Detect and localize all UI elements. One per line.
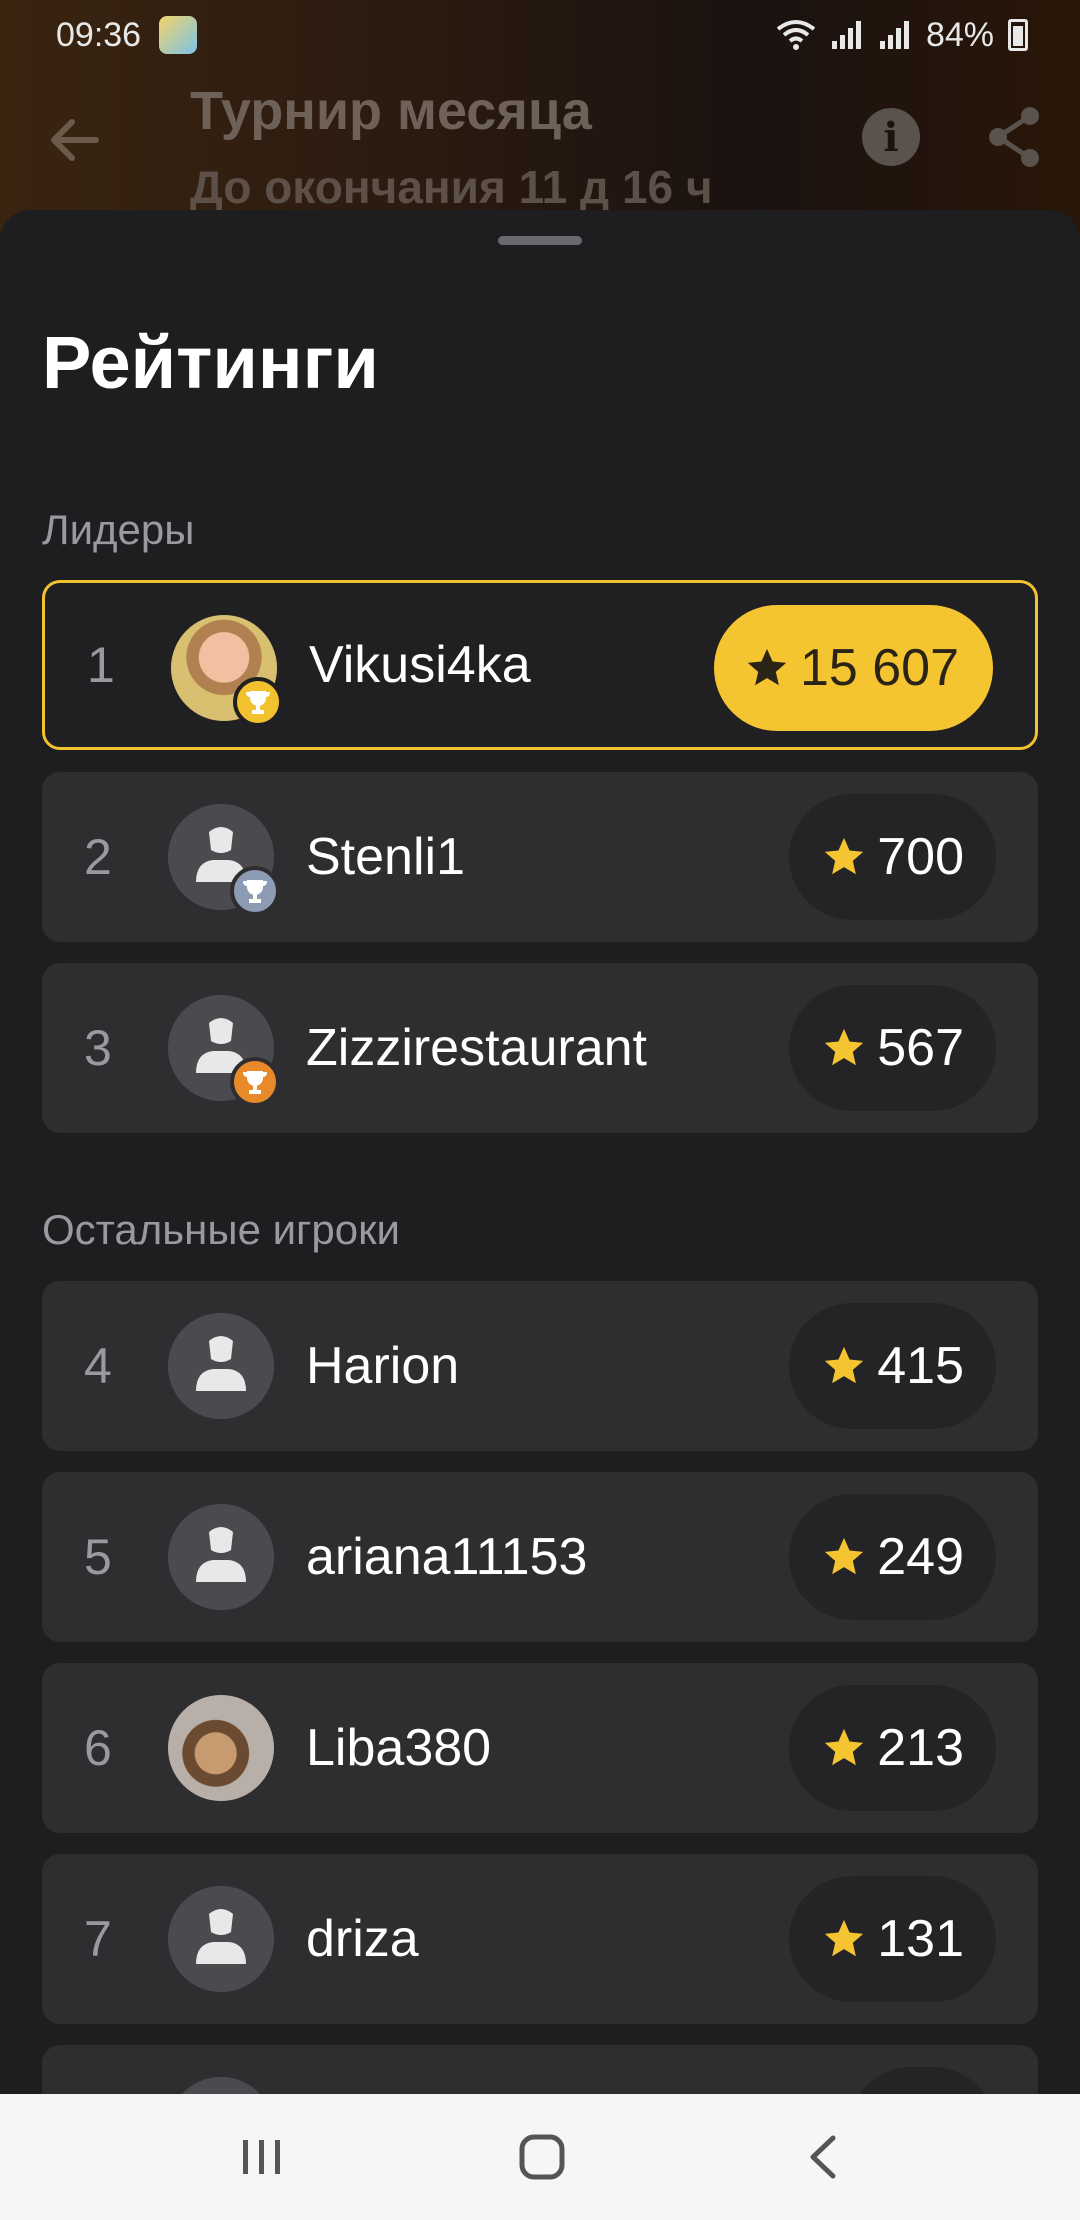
trophy-icon: [230, 866, 280, 916]
sheet-title: Рейтинги: [42, 321, 379, 404]
star-icon: [747, 648, 787, 686]
avatar: [168, 1695, 274, 1801]
status-time: 09:36: [56, 15, 142, 54]
rank-number: 3: [84, 1020, 112, 1076]
star-icon: [825, 837, 864, 875]
player-name: Zizzirestaurant: [306, 1019, 647, 1077]
score-badge: 131: [789, 1876, 996, 2002]
score-value: 249: [877, 1528, 964, 1586]
person-icon: [196, 1909, 246, 1964]
star-icon: [825, 1919, 864, 1957]
rank-number: 4: [84, 1338, 112, 1394]
battery-icon: [1008, 19, 1028, 51]
wifi-icon: [776, 20, 816, 50]
tournament-countdown: До окончания 11 д 16 ч: [190, 161, 713, 213]
player-name: ariana11153: [306, 1528, 588, 1586]
leaderboard-row[interactable]: 5 ariana11153 249: [42, 1472, 1038, 1642]
player-name: Harion: [306, 1337, 460, 1395]
rank-number: 1: [87, 637, 115, 693]
player-name: Stenli1: [306, 828, 465, 886]
avatar: [168, 804, 280, 916]
avatar: [171, 615, 283, 727]
star-icon: [825, 1028, 864, 1066]
score-badge: 249: [789, 1494, 996, 1620]
score-value: 567: [877, 1019, 964, 1077]
system-navigation-bar: [0, 2094, 1080, 2220]
score-value: 15 607: [799, 639, 959, 697]
person-icon: [196, 1527, 246, 1582]
leaderboard-row[interactable]: 4 Harion 415: [42, 1281, 1038, 1451]
leaderboard-row[interactable]: 7 driza 131: [42, 1854, 1038, 2024]
signal-icon-2: [879, 21, 909, 49]
leaderboard-row[interactable]: 6 Liba380 213: [42, 1663, 1038, 1833]
player-name: driza: [306, 1910, 419, 1968]
recent-apps-icon[interactable]: [229, 2124, 295, 2190]
trophy-icon: [233, 677, 283, 727]
rank-number: 6: [84, 1720, 112, 1776]
score-badge: 213: [789, 1685, 996, 1811]
info-icon[interactable]: i: [862, 108, 920, 166]
share-icon[interactable]: [984, 104, 1044, 170]
notification-app-icon: [159, 16, 198, 54]
rank-number: 5: [84, 1529, 112, 1585]
arrow-left-icon[interactable]: [44, 110, 104, 170]
leaders-section-label: Лидеры: [42, 506, 195, 553]
avatar: [168, 995, 280, 1107]
score-value: 213: [877, 1719, 964, 1777]
sheet-drag-handle[interactable]: [498, 236, 582, 245]
rank-number: 7: [84, 1911, 112, 1967]
signal-icon: [831, 21, 861, 49]
player-name: Vikusi4ka: [309, 636, 531, 694]
status-bar: 09:36 84%: [0, 0, 1080, 70]
star-icon: [825, 1537, 864, 1575]
score-value: 700: [877, 828, 964, 886]
score-value: 131: [877, 1910, 964, 1968]
score-badge: 415: [789, 1303, 996, 1429]
score-badge: 700: [789, 794, 996, 920]
score-badge: 15 607: [713, 605, 993, 731]
ratings-bottom-sheet: Рейтинги Лидеры 1 Vikusi4ka 15 607 2 Ste…: [0, 210, 1080, 2215]
back-icon[interactable]: [791, 2124, 857, 2190]
tournament-title: Турнир месяца: [190, 81, 592, 141]
trophy-icon: [230, 1057, 280, 1107]
avatar: [168, 1313, 274, 1419]
leaderboard-row[interactable]: 2 Stenli1 700: [42, 772, 1038, 942]
score-badge: 567: [789, 985, 996, 1111]
leaderboard-row[interactable]: 3 Zizzirestaurant 567: [42, 963, 1038, 1133]
home-icon[interactable]: [509, 2124, 575, 2190]
rank-number: 2: [84, 829, 112, 885]
avatar: [168, 1886, 274, 1992]
leaderboard-row[interactable]: 1 Vikusi4ka 15 607: [42, 580, 1038, 750]
star-icon: [825, 1346, 864, 1384]
others-section-label: Остальные игроки: [42, 1206, 400, 1253]
screen: 09:36 84% Турнир месяца До окончания 11 …: [0, 0, 1080, 2220]
score-value: 415: [877, 1337, 964, 1395]
star-icon: [825, 1728, 864, 1766]
person-icon: [196, 1336, 246, 1391]
avatar: [168, 1504, 274, 1610]
player-name: Liba380: [306, 1719, 492, 1777]
battery-percent: 84%: [925, 15, 994, 54]
app-bar: Турнир месяца До окончания 11 д 16 ч i: [0, 70, 1080, 220]
